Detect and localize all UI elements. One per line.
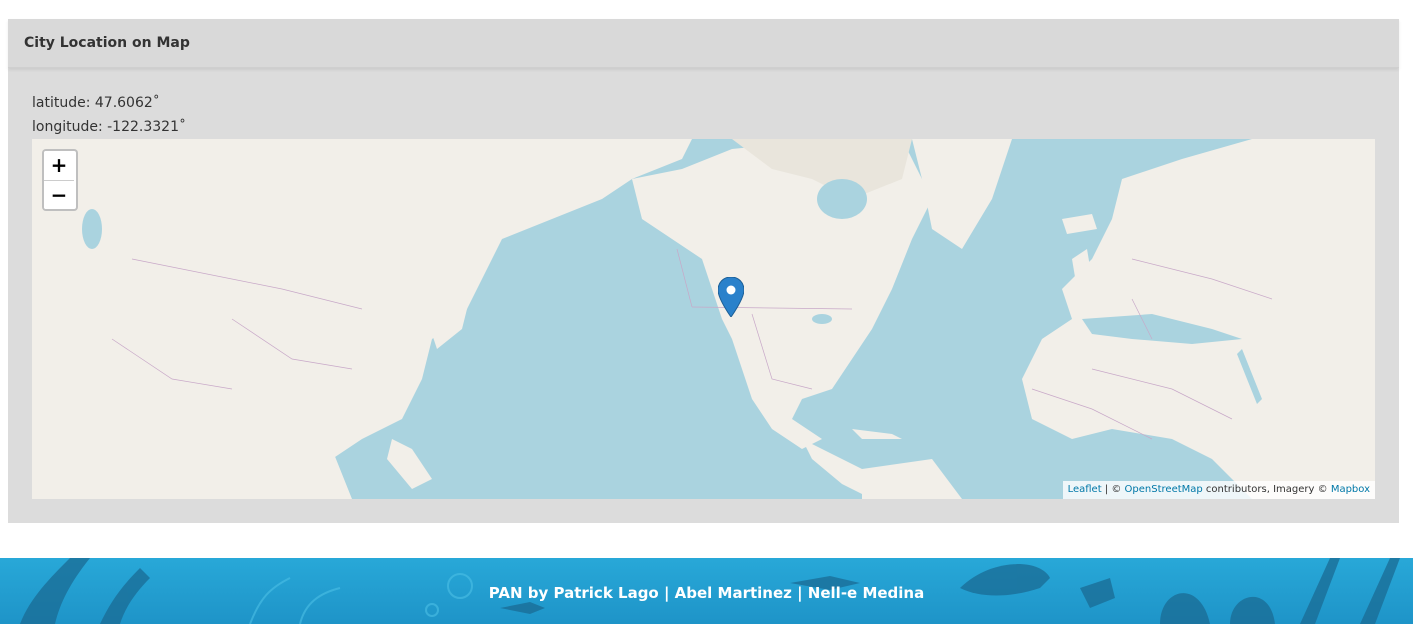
attribution-middle: contributors, Imagery © xyxy=(1202,484,1331,495)
attribution-separator: | © xyxy=(1101,484,1125,495)
footer: PAN by Patrick Lago | Abel Martinez | Ne… xyxy=(0,558,1413,624)
zoom-out-button[interactable]: − xyxy=(44,180,74,209)
map-pin-icon[interactable] xyxy=(717,276,745,321)
card-title: City Location on Map xyxy=(24,35,190,51)
openstreetmap-link[interactable]: OpenStreetMap xyxy=(1125,484,1203,495)
card-header: City Location on Map xyxy=(8,19,1399,68)
mapbox-link[interactable]: Mapbox xyxy=(1331,484,1370,495)
footer-credits: PAN by Patrick Lago | Abel Martinez | Ne… xyxy=(488,584,925,602)
zoom-control: + − xyxy=(42,149,78,211)
latitude-text: latitude: 47.6062˚ xyxy=(32,95,160,111)
zoom-in-button[interactable]: + xyxy=(44,151,74,180)
coordinates: latitude: 47.6062˚ longitude: -122.3321˚ xyxy=(32,91,186,139)
map-attribution: Leaflet | © OpenStreetMap contributors, … xyxy=(1062,481,1375,499)
world-map[interactable]: + − Leaflet | © OpenStreetMap contributo… xyxy=(32,139,1375,499)
map-card: City Location on Map latitude: 47.6062˚ … xyxy=(8,19,1399,523)
map-tiles xyxy=(32,139,1375,499)
longitude-text: longitude: -122.3321˚ xyxy=(32,119,186,135)
leaflet-link[interactable]: Leaflet xyxy=(1068,484,1102,495)
